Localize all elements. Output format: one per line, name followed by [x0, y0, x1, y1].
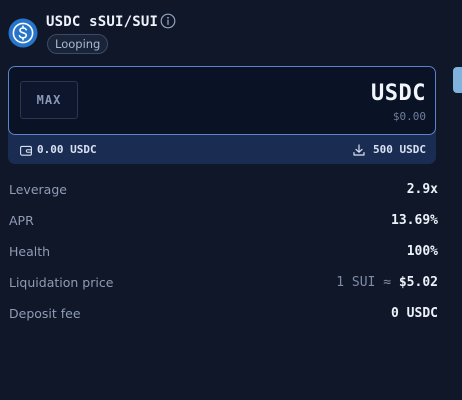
usdc-coin-icon — [8, 18, 38, 48]
stat-value: 0 USDC — [391, 306, 438, 321]
stat-value: 1 SUI ≈ $5.02 — [336, 275, 438, 290]
stat-label: APR — [9, 213, 34, 228]
strategy-badge: Looping — [47, 34, 109, 54]
info-icon[interactable] — [160, 13, 176, 29]
stat-row-leverage: Leverage 2.9x — [8, 176, 438, 207]
stat-label: Leverage — [9, 182, 67, 197]
stat-row-liquidation-price: Liquidation price 1 SUI ≈ $5.02 — [8, 269, 438, 300]
balance-row: 0.00 USDC 500 USDC — [8, 136, 436, 164]
stat-value: 100% — [406, 244, 438, 259]
position-stats: Leverage 2.9x APR 13.69% Health 100% Liq… — [8, 176, 438, 331]
stat-label: Liquidation price — [9, 275, 114, 290]
amount-input[interactable]: MAX USDC $0.00 — [8, 66, 436, 135]
side-panel-handle[interactable] — [453, 67, 462, 93]
token-symbol: USDC — [371, 81, 426, 106]
stat-value: 2.9x — [406, 182, 438, 197]
position-header: USDC sSUI/SUI Looping — [8, 12, 428, 60]
wallet-icon — [20, 145, 32, 156]
amount-fiat-value: $0.00 — [392, 110, 426, 123]
stat-label: Deposit fee — [9, 306, 81, 321]
max-button[interactable]: MAX — [20, 81, 78, 119]
price-conversion-prefix: 1 SUI ≈ — [336, 275, 392, 290]
stat-label: Health — [9, 244, 51, 259]
stat-row-apr: APR 13.69% — [8, 207, 438, 238]
position-title: USDC sSUI/SUI — [46, 14, 159, 30]
wallet-balance[interactable]: 0.00 USDC — [37, 143, 97, 156]
liquidation-price-value: $5.02 — [398, 275, 438, 290]
stat-row-health: Health 100% — [8, 238, 438, 269]
deposit-limit[interactable]: 500 USDC — [373, 143, 426, 156]
deposit-amount-card: MAX USDC $0.00 0.00 USDC 500 USDC — [8, 66, 436, 164]
stat-row-deposit-fee: Deposit fee 0 USDC — [8, 300, 438, 331]
stat-value: 13.69% — [391, 213, 438, 228]
download-icon — [353, 144, 365, 156]
